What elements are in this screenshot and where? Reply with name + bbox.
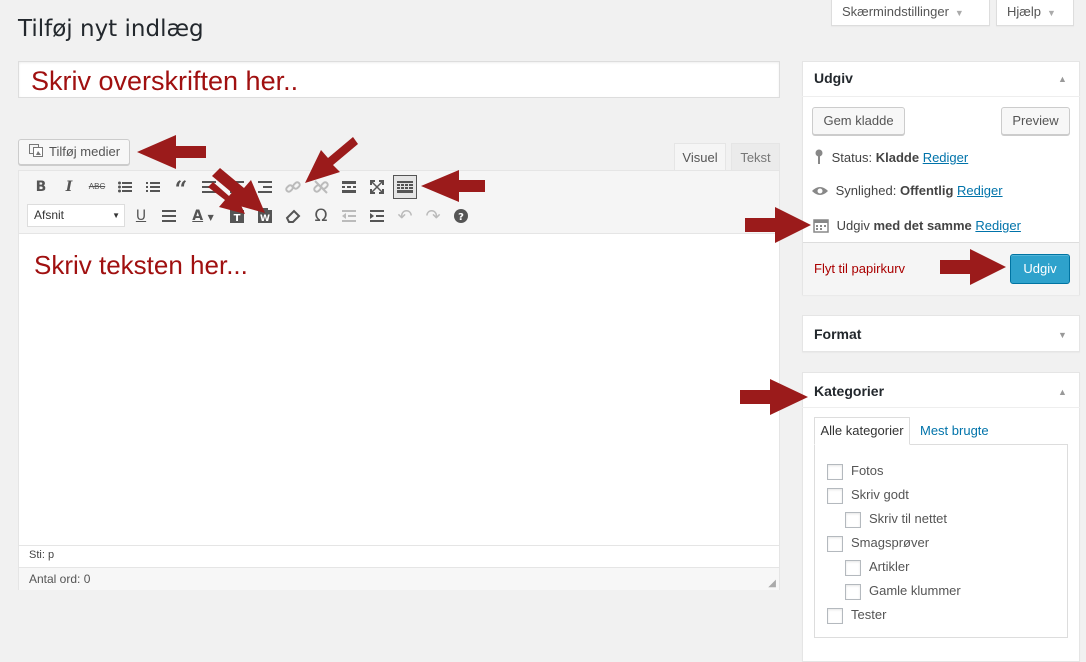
annotation-arrow — [137, 135, 206, 169]
annotation-arrow — [740, 379, 808, 415]
tab-all-categories[interactable]: Alle kategorier — [814, 417, 910, 445]
annotation-arrow — [940, 249, 1006, 285]
annotation-arrow — [421, 170, 485, 202]
annotation-arrows — [137, 135, 1006, 415]
annotation-arrow — [305, 137, 358, 183]
annotation-arrow — [745, 207, 811, 243]
